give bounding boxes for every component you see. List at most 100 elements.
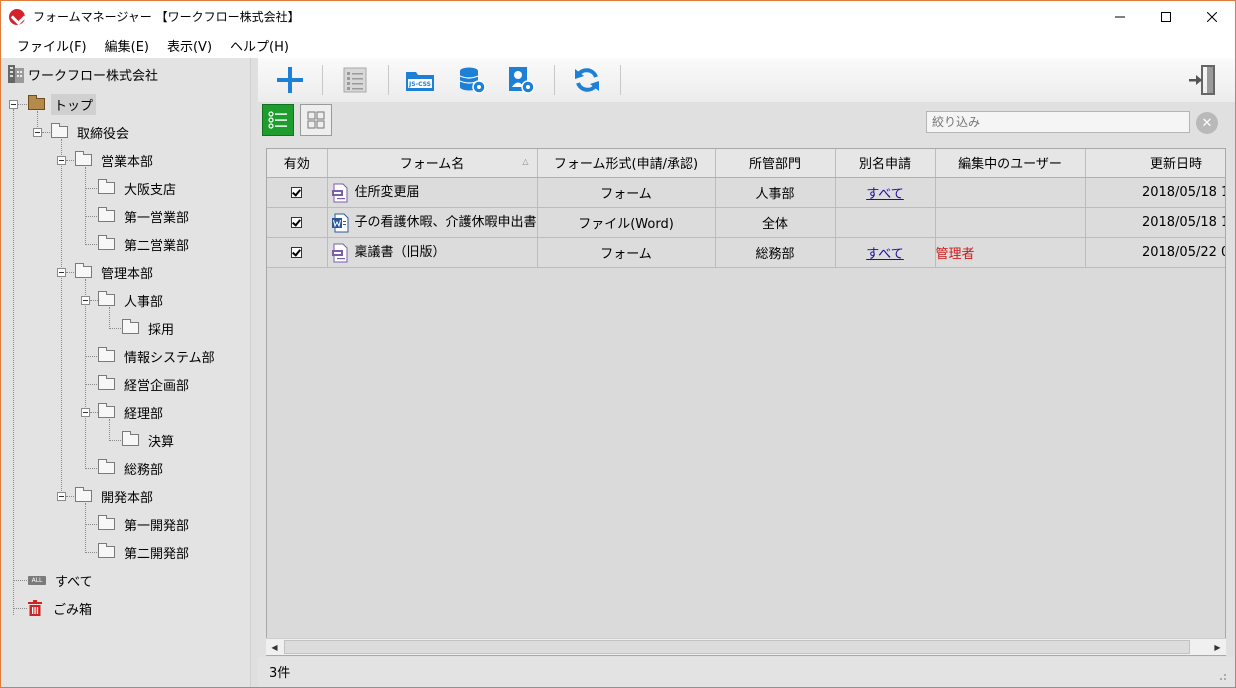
enabled-checkbox[interactable] <box>291 246 303 258</box>
cell-alias: すべて <box>835 177 936 208</box>
folder-icon <box>98 515 115 530</box>
tree-item-trash[interactable]: ごみ箱 <box>28 598 95 618</box>
enabled-checkbox[interactable] <box>291 216 303 228</box>
cell-editing-user <box>935 207 1086 238</box>
col-header-form-type[interactable]: フォーム形式(申請/承認) <box>537 149 716 178</box>
filter-input[interactable] <box>926 111 1190 133</box>
scroll-thumb[interactable] <box>284 640 1190 654</box>
user-settings-button[interactable] <box>503 63 539 97</box>
collapse-toggle[interactable] <box>81 296 90 305</box>
tree-item-accounting[interactable]: 経理部 <box>98 402 166 422</box>
all-tag-icon: ALL <box>28 575 46 585</box>
grid-view-button[interactable] <box>300 104 332 136</box>
tree-item-sales1[interactable]: 第一営業部 <box>98 206 192 226</box>
minimize-button[interactable] <box>1097 1 1143 32</box>
tree-item-label: 営業本部 <box>101 154 154 170</box>
cell-form-name[interactable]: 稟議書（旧版） <box>327 237 538 268</box>
cell-department: 総務部 <box>715 237 836 268</box>
tree-item-closing[interactable]: 決算 <box>122 430 177 450</box>
collapse-toggle[interactable] <box>33 128 42 137</box>
clear-filter-button[interactable]: ✕ <box>1196 112 1218 134</box>
enabled-checkbox[interactable] <box>291 186 303 198</box>
tree-item-dev2[interactable]: 第二開発部 <box>98 542 192 562</box>
tree-item-recruit[interactable]: 採用 <box>122 318 177 338</box>
tree-item-dev1[interactable]: 第一開発部 <box>98 514 192 534</box>
view-filter-bar: ✕ <box>258 102 1235 142</box>
exit-button[interactable] <box>1184 63 1220 97</box>
collapse-toggle[interactable] <box>81 408 90 417</box>
cell-editing-user <box>935 177 1086 208</box>
app-window: フォームマネージャー 【ワークフロー株式会社】 ファイル(F) 編集(E) 表示… <box>0 0 1236 688</box>
tree-item-planning[interactable]: 経営企画部 <box>98 374 192 394</box>
col-header-form-name[interactable]: フォーム名 △ <box>327 149 538 178</box>
collapse-toggle[interactable] <box>57 268 66 277</box>
department-tree: ワークフロー株式会社 トップ 取締役会 営業本部 大阪支店 第一営業部 第二営業… <box>1 58 251 687</box>
collapse-toggle[interactable] <box>57 156 66 165</box>
toolbar-separator <box>388 65 389 95</box>
list-view-button[interactable] <box>262 104 294 136</box>
tree-item-hr[interactable]: 人事部 <box>98 290 166 310</box>
table-row[interactable]: 子の看護休暇、介護休暇申出書 ファイル(Word) 全体 2018/05/18 … <box>267 207 1225 238</box>
tree-line <box>66 272 74 273</box>
editing-user-name: 管理者 <box>935 246 975 262</box>
trash-icon <box>28 600 42 616</box>
col-header-editing-user[interactable]: 編集中のユーザー <box>935 149 1086 178</box>
alias-link[interactable]: すべて <box>866 247 904 262</box>
tree-item-label: 取締役会 <box>77 126 130 142</box>
tree-item-label: トップ <box>51 93 97 115</box>
cell-enabled[interactable] <box>267 177 328 208</box>
menu-file[interactable]: ファイル(F) <box>1 36 96 55</box>
cell-form-name[interactable]: 子の看護休暇、介護休暇申出書 <box>327 207 538 238</box>
refresh-button[interactable] <box>569 63 605 97</box>
menu-help[interactable]: ヘルプ(H) <box>221 36 298 55</box>
form-name: 子の看護休暇、介護休暇申出書 <box>354 215 537 231</box>
cell-enabled[interactable] <box>267 207 328 238</box>
toolbar-separator <box>554 65 555 95</box>
tree-item-infosys[interactable]: 情報システム部 <box>98 346 218 366</box>
close-button[interactable] <box>1189 1 1235 32</box>
tree-line <box>85 552 97 553</box>
folder-icon <box>98 179 115 194</box>
cell-enabled[interactable] <box>267 237 328 268</box>
collapse-toggle[interactable] <box>9 100 18 109</box>
tree-item-dev-hq[interactable]: 開発本部 <box>75 486 156 506</box>
tree-item-admin-hq[interactable]: 管理本部 <box>75 262 156 282</box>
col-header-updated[interactable]: 更新日時 <box>1085 149 1225 178</box>
scroll-right-button[interactable]: ▶ <box>1209 639 1226 655</box>
collapse-toggle[interactable] <box>57 492 66 501</box>
scroll-left-button[interactable]: ◀ <box>266 639 283 655</box>
js-css-button[interactable]: JS-CSS <box>402 63 438 97</box>
tree-item-sales2[interactable]: 第二営業部 <box>98 234 192 254</box>
minimize-icon <box>1115 16 1125 17</box>
col-header-enabled[interactable]: 有効 <box>267 149 328 178</box>
menu-view[interactable]: 表示(V) <box>158 36 221 55</box>
col-header-alias[interactable]: 別名申請 <box>835 149 936 178</box>
tree-item-label: 総務部 <box>124 462 164 478</box>
tree-item-sales-hq[interactable]: 営業本部 <box>75 150 156 170</box>
tree-item-board[interactable]: 取締役会 <box>51 122 132 142</box>
tree-item-all[interactable]: ALL すべて <box>28 570 96 590</box>
tree-item-general[interactable]: 総務部 <box>98 458 166 478</box>
tree-item-osaka[interactable]: 大阪支店 <box>98 178 179 198</box>
cell-editing-user: 管理者 <box>935 237 1086 268</box>
add-form-button[interactable] <box>272 63 308 97</box>
col-header-label: フォーム名 <box>399 157 465 173</box>
table-row[interactable]: 住所変更届 フォーム 人事部 すべて 2018/05/18 16:11 <box>267 177 1225 208</box>
col-header-department[interactable]: 所管部門 <box>715 149 836 178</box>
tree-root[interactable]: ワークフロー株式会社 <box>7 64 158 84</box>
maximize-button[interactable] <box>1143 1 1189 32</box>
cell-form-name[interactable]: 住所変更届 <box>327 177 538 208</box>
tree-item-top[interactable]: トップ <box>28 93 97 115</box>
alias-link[interactable]: すべて <box>866 187 904 202</box>
database-settings-icon <box>459 67 486 94</box>
database-settings-button[interactable] <box>454 63 490 97</box>
tree-line <box>13 580 27 581</box>
cell-updated: 2018/05/22 09:47 <box>1085 237 1225 268</box>
tree-line <box>85 356 97 357</box>
resize-grip-icon[interactable] <box>1217 671 1227 681</box>
form-list-button[interactable] <box>337 63 373 97</box>
horizontal-scrollbar[interactable]: ◀ ▶ <box>266 638 1226 655</box>
table-header-row: 有効 フォーム名 △ フォーム形式(申請/承認) 所管部門 別名申請 編集中のユー… <box>267 149 1225 178</box>
menu-edit[interactable]: 編集(E) <box>96 36 158 55</box>
table-row[interactable]: 稟議書（旧版） フォーム 総務部 すべて 管理者 2018/05/22 09:4… <box>267 237 1225 268</box>
